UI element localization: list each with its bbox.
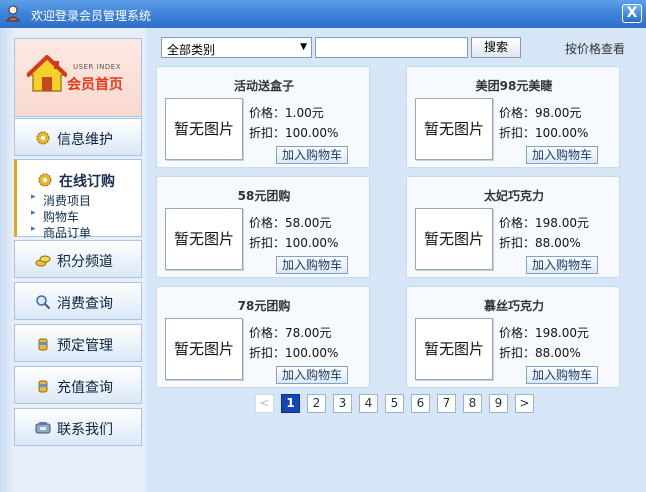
- search-input[interactable]: [315, 37, 468, 58]
- product-discount: 折扣：100.00%: [249, 346, 339, 360]
- pager-page-8[interactable]: 8: [463, 394, 482, 413]
- sidebar-item-label: 在线订购: [59, 174, 115, 190]
- product-card: 活动送盒子 暂无图片 价格：1.00元 折扣：100.00% 加入购物车: [156, 66, 370, 168]
- sidebar-item-label: 充值查询: [57, 380, 113, 396]
- sidebar-subitem-consumption[interactable]: 消费项目: [31, 192, 91, 209]
- product-price: 价格：58.00元: [249, 216, 332, 230]
- house-icon: [27, 55, 67, 92]
- product-card: 太妃巧克力 暂无图片 价格：198.00元 折扣：88.00% 加入购物车: [406, 176, 620, 278]
- no-image-text: 暂无图片: [173, 230, 234, 248]
- product-discount: 折扣：100.00%: [499, 126, 589, 140]
- sort-by-price-link[interactable]: 按价格查看: [565, 40, 625, 57]
- product-name: 太妃巧克力: [483, 189, 544, 203]
- product-discount: 折扣：100.00%: [249, 236, 339, 250]
- product-price: 价格：1.00元: [249, 106, 324, 120]
- sidebar-item-label: 预定管理: [57, 338, 113, 354]
- product-card: 78元团购 暂无图片 价格：78.00元 折扣：100.00% 加入购物车: [156, 286, 370, 388]
- product-image[interactable]: 暂无图片: [165, 98, 243, 160]
- sidebar-item-reservation[interactable]: 预定管理: [14, 324, 142, 362]
- sidebar-subitem-orders[interactable]: 商品订单: [31, 224, 91, 241]
- search-toolbar: 全部类别 ▼ 搜索 按价格查看: [161, 37, 631, 59]
- pager-page-3[interactable]: 3: [333, 394, 352, 413]
- no-image-text: 暂无图片: [173, 120, 234, 138]
- gear-icon: [36, 131, 50, 145]
- window-title: 欢迎登录会员管理系统: [31, 9, 152, 23]
- product-discount: 折扣：88.00%: [499, 236, 581, 250]
- product-name: 美团98元美睫: [475, 79, 553, 93]
- product-image[interactable]: 暂无图片: [415, 98, 493, 160]
- pager-prev-button[interactable]: <: [255, 394, 274, 413]
- category-select[interactable]: 全部类别 ▼: [161, 37, 312, 58]
- product-price: 价格：198.00元: [499, 216, 589, 230]
- window-titlebar: 欢迎登录会员管理系统 X: [0, 0, 646, 28]
- sidebar-item-points[interactable]: 积分频道: [14, 240, 142, 278]
- product-price: 价格：78.00元: [249, 326, 332, 340]
- sidebar: USER INDEX 会员首页 信息维护 在线订购 消费项目 购物车 商品订单 …: [14, 38, 142, 492]
- sidebar-item-recharge[interactable]: 充值查询: [14, 366, 142, 404]
- pager-page-1[interactable]: 1: [281, 394, 300, 413]
- add-to-cart-button[interactable]: 加入购物车: [276, 256, 348, 274]
- category-select-value: 全部类别: [167, 43, 216, 57]
- sidebar-home[interactable]: USER INDEX 会员首页: [14, 38, 142, 117]
- product-card: 58元团购 暂无图片 价格：58.00元 折扣：100.00% 加入购物车: [156, 176, 370, 278]
- product-price: 价格：198.00元: [499, 326, 589, 340]
- no-image-text: 暂无图片: [173, 340, 234, 358]
- product-card: 慕丝巧克力 暂无图片 价格：198.00元 折扣：88.00% 加入购物车: [406, 286, 620, 388]
- add-to-cart-button[interactable]: 加入购物车: [276, 146, 348, 164]
- close-button[interactable]: X: [622, 4, 642, 23]
- pager-next-button[interactable]: >: [515, 394, 534, 413]
- product-name: 78元团购: [237, 299, 291, 313]
- no-image-text: 暂无图片: [423, 120, 484, 138]
- cup-icon: [38, 338, 48, 351]
- add-to-cart-button[interactable]: 加入购物车: [526, 366, 598, 384]
- sidebar-item-info[interactable]: 信息维护: [14, 118, 142, 156]
- close-icon: X: [626, 5, 638, 21]
- pager-page-9[interactable]: 9: [489, 394, 508, 413]
- chevron-down-icon: ▼: [300, 42, 307, 52]
- add-to-cart-button[interactable]: 加入购物车: [276, 366, 348, 384]
- sidebar-subitem-cart[interactable]: 购物车: [31, 208, 79, 225]
- no-image-text: 暂无图片: [423, 230, 484, 248]
- cup-icon: [38, 380, 48, 393]
- add-to-cart-button[interactable]: 加入购物车: [526, 146, 598, 164]
- pager-page-5[interactable]: 5: [385, 394, 404, 413]
- product-discount: 折扣：100.00%: [249, 126, 339, 140]
- phone-icon: [35, 422, 51, 434]
- sidebar-item-online-order[interactable]: 在线订购 消费项目 购物车 商品订单: [14, 159, 142, 240]
- sidebar-item-label: 消费查询: [57, 296, 113, 312]
- user-avatar-icon: [5, 5, 21, 22]
- pager-page-2[interactable]: 2: [307, 394, 326, 413]
- add-to-cart-button[interactable]: 加入购物车: [526, 256, 598, 274]
- product-discount: 折扣：88.00%: [499, 346, 581, 360]
- pager-page-7[interactable]: 7: [437, 394, 456, 413]
- magnifier-icon: [36, 295, 51, 310]
- coins-icon: [35, 255, 51, 267]
- home-sub-label: USER INDEX: [73, 63, 121, 71]
- no-image-text: 暂无图片: [423, 340, 484, 358]
- home-label: 会员首页: [67, 77, 123, 93]
- product-image[interactable]: 暂无图片: [165, 318, 243, 380]
- sidebar-item-label: 信息维护: [57, 132, 113, 148]
- sidebar-item-label: 联系我们: [57, 422, 113, 438]
- product-name: 慕丝巧克力: [483, 299, 544, 313]
- product-image[interactable]: 暂无图片: [165, 208, 243, 270]
- product-image[interactable]: 暂无图片: [415, 318, 493, 380]
- pager-page-4[interactable]: 4: [359, 394, 378, 413]
- product-name: 活动送盒子: [233, 79, 294, 93]
- sidebar-item-consume-query[interactable]: 消费查询: [14, 282, 142, 320]
- search-button[interactable]: 搜索: [471, 37, 521, 58]
- pager-page-6[interactable]: 6: [411, 394, 430, 413]
- product-name: 58元团购: [237, 189, 291, 203]
- gear-icon: [38, 173, 52, 187]
- sidebar-item-label: 积分频道: [57, 254, 113, 270]
- product-price: 价格：98.00元: [499, 106, 582, 120]
- sidebar-item-contact[interactable]: 联系我们: [14, 408, 142, 446]
- product-card: 美团98元美睫 暂无图片 价格：98.00元 折扣：100.00% 加入购物车: [406, 66, 620, 168]
- product-image[interactable]: 暂无图片: [415, 208, 493, 270]
